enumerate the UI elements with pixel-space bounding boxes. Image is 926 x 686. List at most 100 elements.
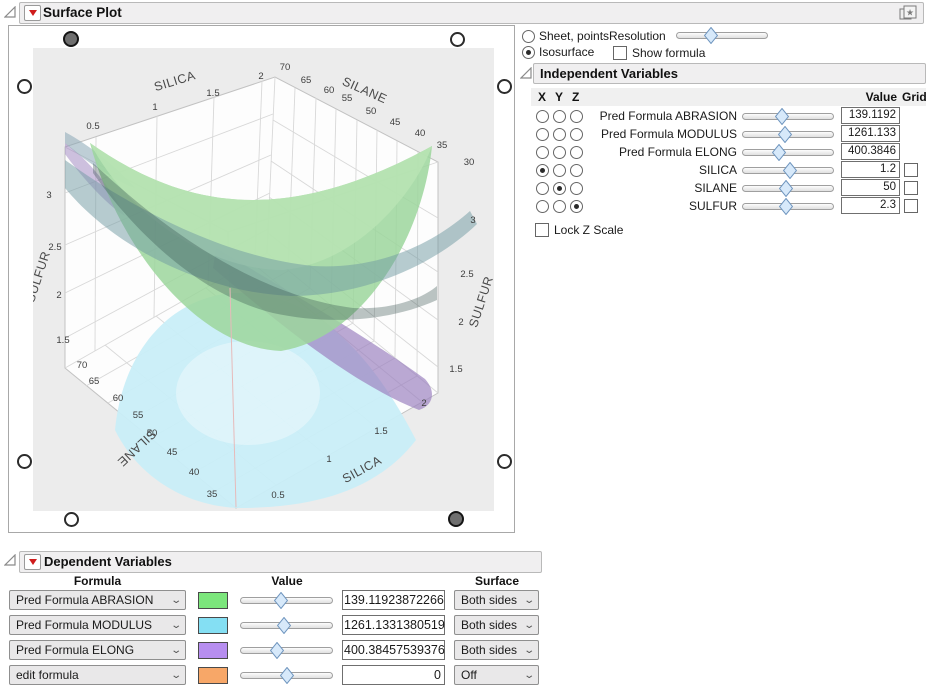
value-slider[interactable] [742,180,834,197]
x-radio[interactable] [536,110,549,123]
x-radio[interactable] [536,182,549,195]
z-radio[interactable] [570,164,583,177]
dependent-row: Pred Formula ABRASION⌄ 139.11923872266 B… [0,590,545,611]
x-radio[interactable] [536,146,549,159]
rotation-handle[interactable] [497,454,512,469]
surface-dropdown[interactable]: Off⌄ [454,665,539,685]
resolution-slider[interactable] [676,27,768,44]
formula-dropdown[interactable]: Pred Formula MODULUS⌄ [9,615,186,635]
sulfur-axis-label-left: SULFUR [33,249,53,304]
chevron-down-icon: ⌄ [523,670,535,681]
z-radio[interactable] [570,200,583,213]
value-slider[interactable] [742,144,834,161]
journal-window-icon[interactable]: ★ [898,4,918,25]
formula-dropdown-value: Pred Formula ABRASION [16,593,153,607]
value-slider[interactable] [742,198,834,215]
outline-disclosure-icon[interactable] [520,67,533,80]
iso-value-slider[interactable] [240,592,333,609]
chevron-down-icon: ⌄ [523,645,535,656]
svg-text:★: ★ [906,8,914,18]
rotation-handle[interactable] [17,79,32,94]
silane-top-tick: 70 [280,62,291,73]
rotation-handle[interactable] [450,32,465,47]
formula-dropdown[interactable]: edit formula⌄ [9,665,186,685]
col-z-header: Z [572,90,579,104]
sulfur-right-tick: 2 [458,317,463,328]
rotation-handle[interactable] [64,512,79,527]
iso-value-field[interactable]: 1261.1331380519 [342,615,445,635]
lock-z-scale-checkbox[interactable] [535,223,549,237]
silica-top-tick: 1.5 [206,88,219,99]
surface-dropdown-value: Both sides [461,643,517,657]
value-field[interactable]: 139.1192 [841,107,900,124]
iso-value-slider[interactable] [240,617,333,634]
outline-disclosure-icon[interactable] [4,6,17,19]
silica-bottom-tick: 2 [421,398,426,409]
value-field[interactable]: 50 [841,179,900,196]
surface-dropdown[interactable]: Both sides⌄ [454,615,539,635]
value-field[interactable]: 1.2 [841,161,900,178]
z-radio[interactable] [570,110,583,123]
rotation-handle[interactable] [63,31,79,47]
silica-axis-label-top: SILICA [152,68,197,94]
rotation-handle[interactable] [448,511,464,527]
value-column-header: Value [237,574,337,588]
grid-checkbox[interactable] [904,181,918,195]
independent-row: SULFUR 2.3 [0,197,926,215]
rotation-handle[interactable] [17,454,32,469]
chevron-down-icon: ⌄ [170,620,182,631]
variable-label: SILANE [592,181,737,195]
y-radio[interactable] [553,200,566,213]
x-radio[interactable] [536,128,549,141]
y-radio[interactable] [553,146,566,159]
iso-value-field[interactable]: 0 [342,665,445,685]
y-radio[interactable] [553,128,566,141]
y-radio[interactable] [553,164,566,177]
red-triangle-menu-button[interactable] [24,554,41,570]
col-grid-header: Grid [902,90,926,104]
isosurface-radio[interactable] [522,46,535,59]
surface-color-swatch[interactable] [198,667,228,684]
silane-top-tick: 65 [301,75,312,86]
value-slider[interactable] [742,126,834,143]
iso-value-slider[interactable] [240,642,333,659]
value-slider[interactable] [742,162,834,179]
z-radio[interactable] [570,182,583,195]
surface-dropdown[interactable]: Both sides ⌄ [454,640,539,660]
silane-top-tick: 55 [342,93,353,104]
resolution-label: Resolution [609,29,666,43]
iso-value-slider[interactable] [240,667,333,684]
iso-value-field[interactable]: 400.38457539376 [342,640,445,660]
iso-value-field[interactable]: 139.11923872266 [342,590,445,610]
x-radio[interactable] [536,164,549,177]
x-radio[interactable] [536,200,549,213]
surface-color-swatch[interactable] [198,592,228,609]
y-radio[interactable] [553,182,566,195]
value-field[interactable]: 400.3846 [841,143,900,160]
surface-color-swatch[interactable] [198,642,228,659]
show-formula-checkbox[interactable] [613,46,627,60]
y-radio[interactable] [553,110,566,123]
value-field[interactable]: 1261.133 [841,125,900,142]
value-field[interactable]: 2.3 [841,197,900,214]
formula-dropdown-value: edit formula [16,668,79,682]
surface-dropdown[interactable]: Both sides⌄ [454,590,539,610]
variable-label: Pred Formula ELONG [592,145,737,159]
variable-label: SULFUR [592,199,737,213]
formula-dropdown[interactable]: Pred Formula ABRASION⌄ [9,590,186,610]
silane-bottom-tick: 40 [189,467,200,478]
formula-dropdown[interactable]: Pred Formula ELONG⌄ [9,640,186,660]
grid-checkbox[interactable] [904,163,918,177]
sheet-points-radio[interactable] [522,30,535,43]
surface-color-swatch[interactable] [198,617,228,634]
red-triangle-menu-button[interactable] [24,5,41,21]
outline-disclosure-icon[interactable] [4,554,17,567]
dependent-row: Pred Formula ELONG⌄ 400.38457539376 Both… [0,640,545,661]
z-radio[interactable] [570,128,583,141]
silane-bottom-tick: 60 [113,393,124,404]
value-slider[interactable] [742,108,834,125]
grid-checkbox[interactable] [904,199,918,213]
z-radio[interactable] [570,146,583,159]
rotation-handle[interactable] [497,79,512,94]
sulfur-left-tick: 2 [56,290,61,301]
